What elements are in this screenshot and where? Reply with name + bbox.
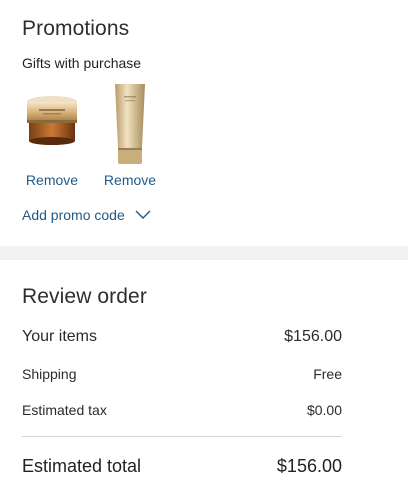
promotions-section: Promotions Gifts with purchase Remove Re… xyxy=(0,0,408,246)
gifts-with-purchase-label: Gifts with purchase xyxy=(22,55,142,71)
summary-value: $156.00 xyxy=(284,328,342,345)
cleanser-tube-image xyxy=(115,84,145,164)
add-promo-code-label: Add promo code xyxy=(22,207,125,223)
review-order-title: Review order xyxy=(22,285,147,308)
review-order-section: Review order Your items $156.00 Shipping… xyxy=(0,260,408,493)
section-divider xyxy=(0,246,408,260)
add-promo-code-toggle[interactable]: Add promo code xyxy=(22,207,151,223)
promotions-title: Promotions xyxy=(22,17,130,40)
chevron-down-icon xyxy=(135,210,151,219)
summary-row-tax: Estimated tax $0.00 xyxy=(22,402,342,418)
cream-jar-image xyxy=(27,96,77,145)
gift-item: Remove xyxy=(12,82,92,192)
summary-value: Free xyxy=(313,366,342,382)
summary-row-items: Your items $156.00 xyxy=(22,328,342,346)
summary-label: Shipping xyxy=(22,366,77,382)
summary-divider xyxy=(22,436,342,437)
summary-label: Your items xyxy=(22,328,97,345)
remove-gift-button[interactable]: Remove xyxy=(12,172,92,188)
summary-row-shipping: Shipping Free xyxy=(22,366,342,382)
total-value: $156.00 xyxy=(276,456,342,476)
remove-gift-button[interactable]: Remove xyxy=(90,172,170,188)
summary-label: Estimated tax xyxy=(22,402,107,418)
summary-value: $0.00 xyxy=(306,402,342,418)
gift-item: Remove xyxy=(90,82,170,192)
total-label: Estimated total xyxy=(22,456,142,476)
summary-row-total: Estimated total $156.00 xyxy=(22,456,342,477)
